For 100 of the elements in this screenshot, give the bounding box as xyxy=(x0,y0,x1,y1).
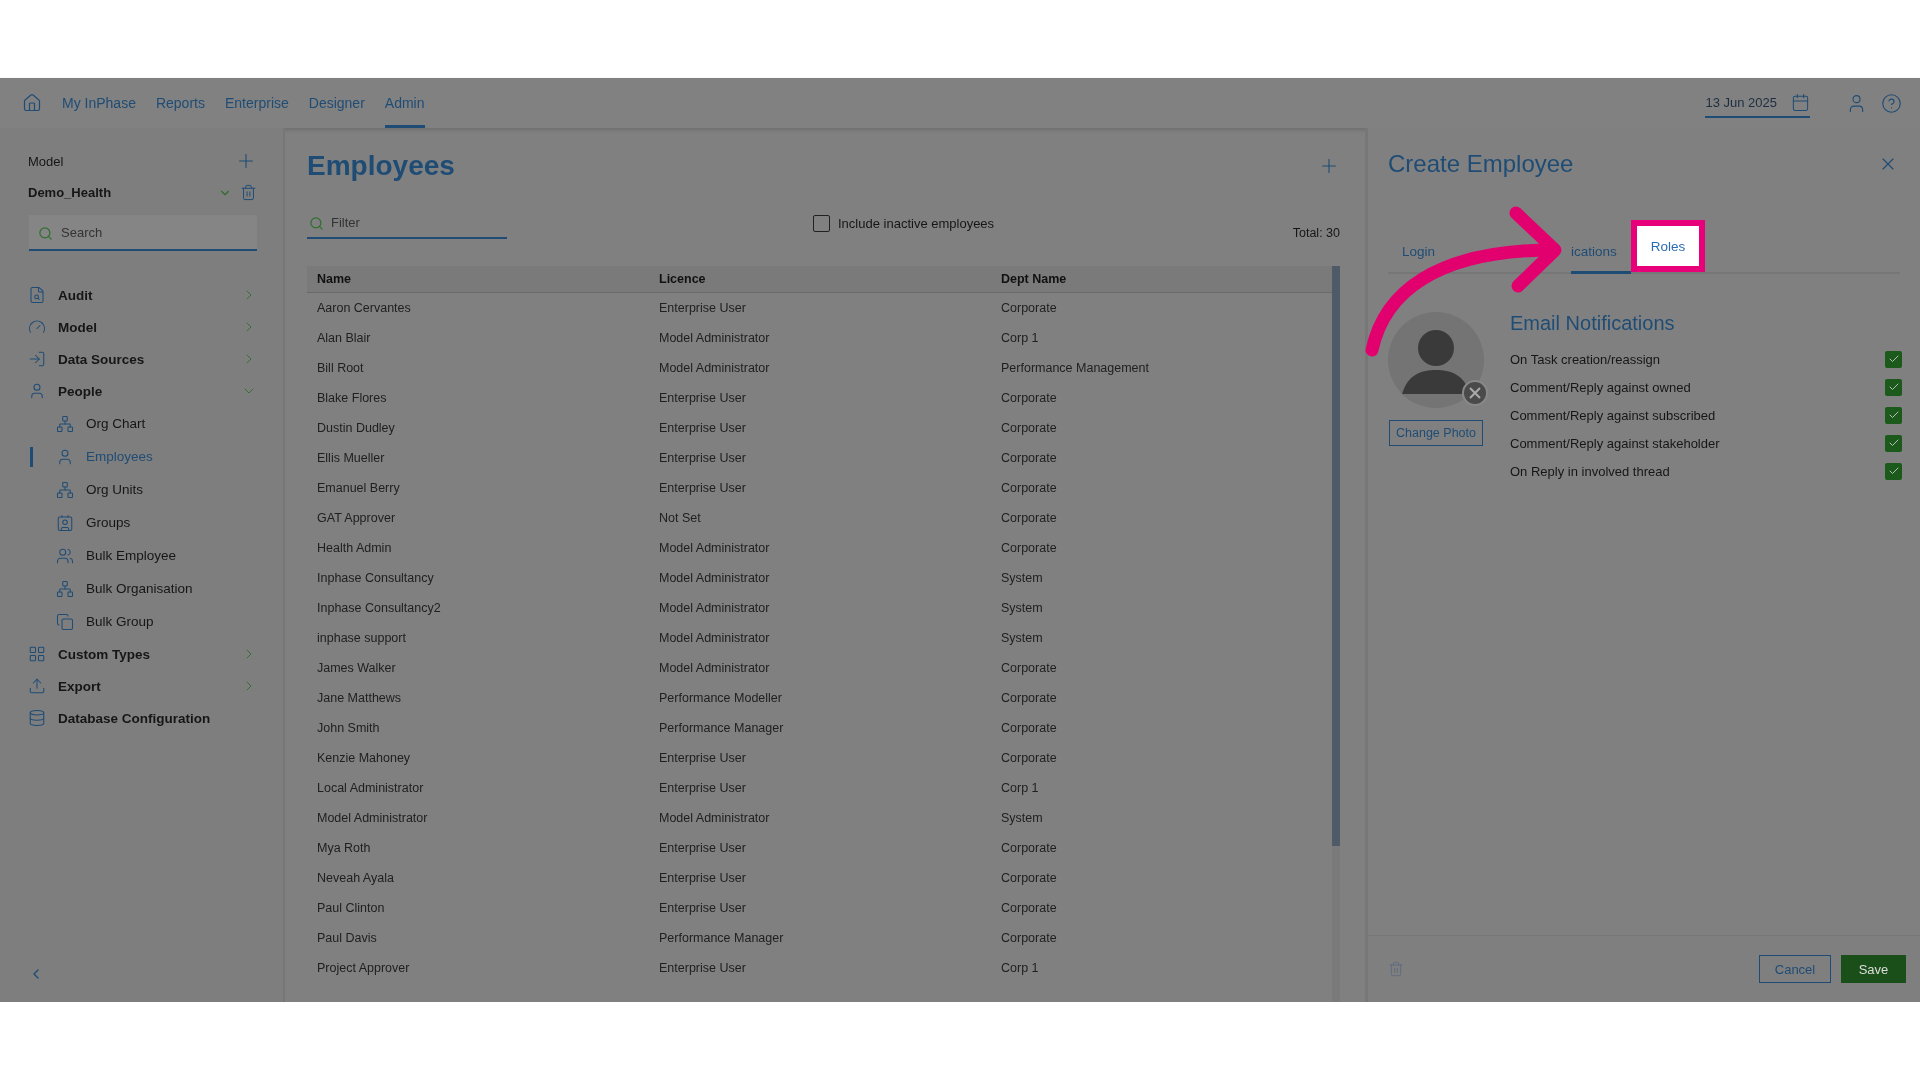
table-cell-text: Enterprise User xyxy=(659,421,747,435)
table-cell-text: Model Administrator xyxy=(659,601,771,615)
checkbox[interactable] xyxy=(813,214,830,232)
checkbox[interactable] xyxy=(1885,350,1902,368)
notification-label: On Task creation/reassign xyxy=(1510,351,1661,367)
checkbox[interactable] xyxy=(1885,434,1902,452)
remove-photo-icon[interactable] xyxy=(1462,380,1488,406)
table-cell-text: Model Administrator xyxy=(317,811,429,825)
notification-label: On Reply in involved thread xyxy=(1510,463,1670,479)
table-cell-text: Enterprise User xyxy=(659,751,747,765)
search-icon xyxy=(309,215,324,231)
table-cell-text: Not Set xyxy=(659,511,702,525)
submenu-item[interactable]: Employees xyxy=(28,440,257,473)
filter-field[interactable]: Filter xyxy=(307,207,507,239)
check-icon xyxy=(1887,353,1900,365)
table-cell-text: System xyxy=(1001,571,1044,585)
tab[interactable]: Login xyxy=(1388,228,1450,274)
model-label: Model xyxy=(28,153,64,169)
date-field[interactable]: 13 Jun 2025 xyxy=(1705,88,1810,118)
table-cell-text: Corporate xyxy=(1001,931,1058,945)
save-button[interactable]: Save xyxy=(1841,955,1906,983)
menu-item[interactable]: Custom Types xyxy=(28,638,257,670)
table-cell-text: Corp 1 xyxy=(1001,331,1040,345)
section-title: Email Notifications xyxy=(1510,312,1676,335)
table-cell-text: Corporate xyxy=(1001,721,1058,735)
table-cell-text: Inphase Consultancy2 xyxy=(317,601,442,615)
table-cell-text: Corporate xyxy=(1001,691,1058,705)
menu-item[interactable]: Database Configuration xyxy=(28,702,257,734)
table-cell-text: Corporate xyxy=(1001,451,1058,465)
table-cell-text: Bill Root xyxy=(317,361,365,375)
table-cell-text: Model Administrator xyxy=(659,361,771,375)
table-cell-text: Performance Management xyxy=(1001,361,1150,375)
notification-label: Comment/Reply against stakeholder xyxy=(1510,435,1720,451)
checkbox[interactable] xyxy=(1885,462,1902,480)
model-name[interactable]: Demo_Health xyxy=(28,185,112,200)
nav-tab[interactable]: Admin xyxy=(384,78,425,128)
search-field[interactable]: Search xyxy=(29,215,257,251)
table-cell-text: Model Administrator xyxy=(659,331,771,345)
trash-icon[interactable] xyxy=(1388,961,1404,977)
cancel-button[interactable]: Cancel xyxy=(1759,955,1831,983)
menu-item[interactable]: People xyxy=(28,375,257,407)
table-cell-text: Enterprise User xyxy=(659,901,747,915)
tab[interactable]: Roles xyxy=(1630,220,1706,272)
table-cell-text: Model Administrator xyxy=(659,631,771,645)
table-cell-text: Local Administrator xyxy=(317,781,425,795)
table-cell-text: Corporate xyxy=(1001,421,1058,435)
table-cell-text: Model Administrator xyxy=(659,811,771,825)
table-cell-text: Health Admin xyxy=(317,541,393,555)
check-icon xyxy=(1887,465,1900,477)
help-icon[interactable] xyxy=(1881,92,1902,114)
table-cell-text: Enterprise User xyxy=(659,841,747,855)
check-icon xyxy=(1887,409,1900,421)
column-header: Name xyxy=(317,272,353,286)
menu-item[interactable]: Data Sources xyxy=(28,343,257,375)
submenu-item[interactable]: Bulk Organisation xyxy=(28,572,257,605)
notification-label: Comment/Reply against subscribed xyxy=(1510,407,1716,423)
nav-tab[interactable]: Designer xyxy=(308,78,365,128)
check-icon xyxy=(1887,437,1900,449)
submenu-item[interactable]: Bulk Employee xyxy=(28,539,257,572)
table-cell-text: Inphase Consultancy xyxy=(317,571,435,585)
checkbox[interactable] xyxy=(1885,378,1902,396)
tab[interactable]: ications xyxy=(1571,228,1631,274)
table-cell-text: Blake Flores xyxy=(317,391,388,405)
table-cell-text: Performance Modeller xyxy=(659,691,783,705)
menu-item[interactable]: Export xyxy=(28,670,257,702)
table-cell-text: Mya Roth xyxy=(317,841,372,855)
table-cell-text: Alan Blair xyxy=(317,331,372,345)
nav-tab[interactable]: My InPhase xyxy=(62,78,136,128)
table-cell-text: Corporate xyxy=(1001,661,1058,675)
submenu-icon xyxy=(56,447,74,466)
nav-tab[interactable]: Enterprise xyxy=(224,78,289,128)
table-cell-text: Corporate xyxy=(1001,391,1058,405)
nav-tab[interactable]: Reports xyxy=(155,78,205,128)
submenu-item[interactable]: Org Chart xyxy=(28,407,257,440)
menu-item[interactable]: Audit xyxy=(28,279,257,311)
submenu-item[interactable]: Groups xyxy=(28,506,257,539)
submenu-item[interactable]: Bulk Group xyxy=(28,605,257,638)
table-cell-text: Corporate xyxy=(1001,841,1058,855)
calendar-icon[interactable] xyxy=(1791,92,1810,112)
menu-icon xyxy=(28,645,46,663)
table-cell-text: System xyxy=(1001,631,1044,645)
trash-icon[interactable] xyxy=(240,184,257,201)
change-photo-button[interactable]: Change Photo xyxy=(1389,420,1483,446)
menu-item[interactable]: Model xyxy=(28,311,257,343)
submenu-item[interactable]: Org Units xyxy=(28,473,257,506)
table-cell-text: Emanuel Berry xyxy=(317,481,401,495)
table-cell-text: Corporate xyxy=(1001,481,1058,495)
table-cell-text: System xyxy=(1001,601,1044,615)
checkbox-label: Include inactive employees xyxy=(838,215,995,231)
table-cell-text: Enterprise User xyxy=(659,301,747,315)
search-icon xyxy=(38,225,53,241)
table-cell-text: Enterprise User xyxy=(659,391,747,405)
panel-title: Create Employee xyxy=(1388,150,1574,178)
checkbox[interactable] xyxy=(1885,406,1902,424)
menu-icon xyxy=(28,286,46,304)
table-cell-text: Neveah Ayala xyxy=(317,871,395,885)
table-cell-text: Corporate xyxy=(1001,871,1058,885)
table-cell-text: Model Administrator xyxy=(659,571,771,585)
scrollbar[interactable] xyxy=(1332,266,1340,1002)
home-icon[interactable] xyxy=(22,93,42,113)
